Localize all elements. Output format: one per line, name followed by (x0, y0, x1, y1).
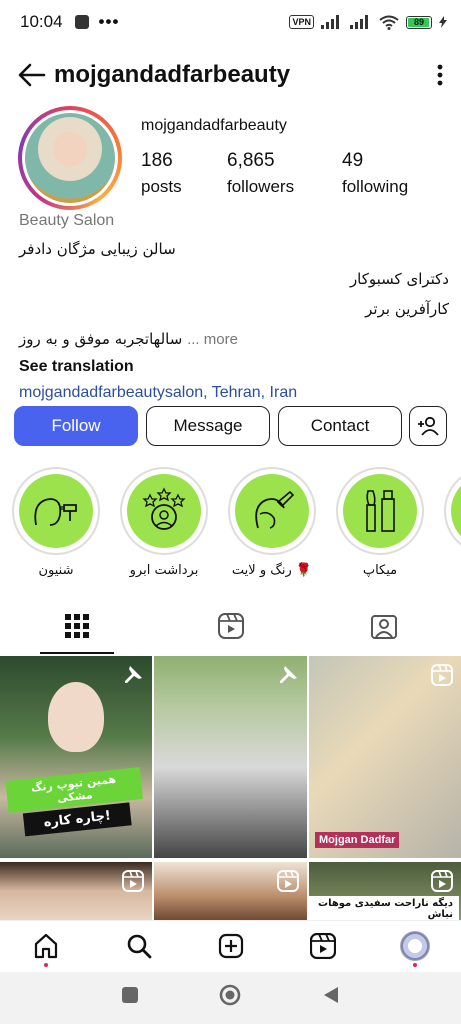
signal-icon (321, 15, 339, 29)
bio-last-line: سالهاتجربه موفق و به روز (19, 330, 183, 348)
nav-reels[interactable] (308, 931, 338, 961)
reels-tab[interactable] (154, 600, 308, 652)
bio-line: دکترای کسبوکار (349, 270, 449, 288)
stat-following-label: following (342, 177, 409, 196)
profile-bio: Beauty Salon سالن زیبایی مژگان دادفر دکت… (19, 212, 449, 406)
stat-followers-label: followers (227, 177, 295, 196)
create-post-icon (218, 933, 244, 959)
profile-header: mojgandadfarbeauty (0, 50, 461, 100)
stat-posts[interactable]: 186 posts (141, 150, 182, 197)
profile-stats: 186 posts 6,865 followers 49 following (141, 150, 441, 200)
more-options-icon[interactable] (437, 64, 443, 86)
nav-home[interactable] (31, 931, 61, 961)
nav-search[interactable] (124, 931, 154, 961)
battery-icon: 89 (406, 15, 432, 29)
follow-button[interactable]: Follow (14, 406, 138, 446)
tagged-tab[interactable] (307, 600, 461, 652)
highlight-label: رنگ و لایت 🌹 (231, 563, 313, 578)
reels-badge-icon (431, 870, 453, 892)
active-tab-indicator (40, 652, 114, 654)
highlight-item-partial[interactable] (442, 467, 461, 555)
charging-icon (439, 16, 447, 28)
contact-button[interactable]: Contact (278, 406, 402, 446)
nav-create[interactable] (216, 931, 246, 961)
avatar-image (25, 113, 115, 203)
stat-posts-label: posts (141, 177, 182, 196)
wifi-icon (379, 15, 399, 30)
reels-icon (310, 933, 336, 959)
tagged-icon (371, 615, 398, 639)
bio-line: سالن زیبایی مژگان دادفر (19, 240, 176, 258)
stat-posts-value: 186 (141, 150, 173, 171)
battery-level: 89 (413, 17, 424, 27)
highlight-item[interactable]: برداشت ابرو (118, 467, 210, 578)
more-link[interactable]: ... more (187, 331, 238, 348)
bio-line-truncated[interactable]: سالهاتجربه موفق و به روز ... more (19, 324, 449, 354)
post-thumbnail[interactable] (154, 862, 307, 920)
status-bar: 10:04 ••• VPN 89 (0, 0, 461, 44)
pin-icon (125, 666, 142, 683)
reels-icon (217, 613, 244, 639)
stat-followers[interactable]: 6,865 followers (227, 150, 294, 197)
system-navigation-bar (0, 972, 461, 1024)
highlight-item[interactable]: میکاپ (334, 467, 426, 578)
post-thumbnail[interactable]: دیگه ناراحت سفیدی موهات نباش (309, 862, 461, 920)
reels-badge-icon (122, 870, 144, 892)
vpn-icon: VPN (289, 15, 314, 29)
profile-tabs (0, 600, 461, 652)
grid-tab[interactable] (0, 600, 154, 652)
home-button-icon[interactable] (219, 984, 241, 1006)
posts-grid: همین تیوپ رنگ مشکی چاره کاره! Mojgan Dad… (0, 656, 461, 920)
suggested-users-button[interactable] (409, 406, 447, 446)
bottom-navigation (0, 920, 461, 972)
post-watermark: Mojgan Dadfar (315, 832, 400, 848)
more-notifications-icon: ••• (98, 12, 120, 31)
hair-color-icon (255, 490, 295, 529)
home-notification-dot (44, 963, 48, 967)
post-thumbnail[interactable] (154, 656, 307, 858)
back-button-icon[interactable] (323, 986, 339, 1004)
post-caption-banner: دیگه ناراحت سفیدی موهات نباش (309, 896, 459, 920)
post-caption-banner: همین تیوپ رنگ مشکی چاره کاره! (5, 767, 145, 838)
profile-category: Beauty Salon (19, 212, 115, 229)
reels-badge-icon (431, 664, 453, 686)
highlight-label: میکاپ (362, 563, 398, 578)
face-stars-icon (142, 487, 186, 530)
grid-icon (64, 614, 89, 638)
message-button[interactable]: Message (146, 406, 270, 446)
reels-badge-icon (277, 870, 299, 892)
status-time: 10:04 (20, 12, 63, 31)
bio-line: کارآفرین برتر (365, 300, 449, 318)
highlight-item[interactable]: رنگ و لایت 🌹 (226, 467, 318, 578)
nav-profile[interactable] (400, 931, 430, 961)
back-arrow-icon[interactable] (18, 63, 46, 87)
highlight-label: برداشت ابرو (129, 563, 199, 578)
highlight-label: شنیون (38, 563, 74, 578)
see-translation-link[interactable]: See translation (19, 354, 449, 380)
avatar (400, 931, 430, 961)
profile-avatar[interactable] (18, 106, 122, 210)
pin-icon (280, 666, 297, 683)
search-icon (127, 934, 152, 959)
post-thumbnail[interactable]: Mojgan Dadfar (309, 656, 461, 858)
hair-dryer-icon (34, 498, 77, 526)
notification-icon (74, 15, 89, 29)
stat-followers-value: 6,865 (227, 150, 275, 171)
stat-following[interactable]: 49 following (342, 150, 408, 197)
profile-username: mojgandadfarbeauty (141, 117, 287, 134)
post-thumbnail[interactable]: همین تیوپ رنگ مشکی چاره کاره! (0, 656, 152, 858)
highlight-item[interactable]: شنیون (10, 467, 102, 578)
location-link[interactable]: mojgandadfarbeautysalon, Tehran, Iran (19, 380, 449, 406)
stat-following-value: 49 (342, 150, 364, 171)
post-thumbnail[interactable] (0, 862, 152, 920)
profile-notification-dot (413, 963, 417, 967)
makeup-icon (366, 490, 395, 532)
add-user-icon (418, 416, 439, 436)
page-title: mojgandadfarbeauty (54, 61, 291, 88)
recents-icon[interactable] (121, 986, 139, 1004)
signal-icon-2 (350, 15, 368, 29)
home-icon (34, 933, 58, 959)
